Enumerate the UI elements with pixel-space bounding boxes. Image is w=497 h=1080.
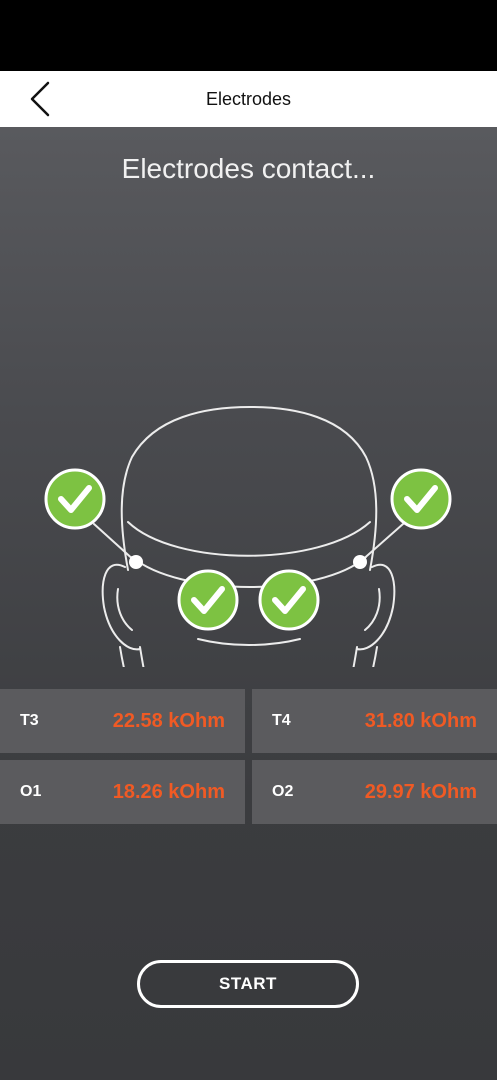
electrode-impedance-grid: T3 22.58 kOhm T4 31.80 kOhm O1 18.26 kOh… <box>0 689 497 825</box>
impedance-value: 29.97 kOhm <box>364 780 477 803</box>
electrode-label: O1 <box>20 783 42 800</box>
electrodes-headline: Electrodes contact... <box>121 153 376 184</box>
status-bar <box>0 0 497 71</box>
nav-bar: Electrodes <box>0 71 497 127</box>
impedance-value: 22.58 kOhm <box>112 709 225 732</box>
page-title: Electrodes <box>205 88 292 109</box>
electrode-point-left <box>129 555 143 569</box>
electrode-cell-o1: O1 18.26 kOhm <box>0 760 245 824</box>
check-circle-icon-o2 <box>258 569 320 631</box>
electrode-cell-t3: T3 22.58 kOhm <box>0 689 245 753</box>
electrode-label: T4 <box>272 712 291 729</box>
electrode-cell-t4: T4 31.80 kOhm <box>252 689 497 753</box>
check-circle-icon-t4 <box>390 468 452 530</box>
main-panel: Electrodes contact... T3 22.58 kOhm T4 3… <box>0 127 497 1080</box>
start-button[interactable]: START <box>137 960 359 1008</box>
chevron-left-icon <box>30 81 50 117</box>
electrode-point-right <box>353 555 367 569</box>
electrode-label: T3 <box>20 712 39 729</box>
check-circle-icon-o1 <box>177 569 239 631</box>
impedance-value: 31.80 kOhm <box>364 709 477 732</box>
electrode-label: O2 <box>272 783 294 800</box>
back-button[interactable] <box>22 79 62 119</box>
head-illustration <box>44 406 452 667</box>
check-circle-icon-t3 <box>44 468 106 530</box>
electrode-cell-o2: O2 29.97 kOhm <box>252 760 497 824</box>
impedance-value: 18.26 kOhm <box>112 780 225 803</box>
